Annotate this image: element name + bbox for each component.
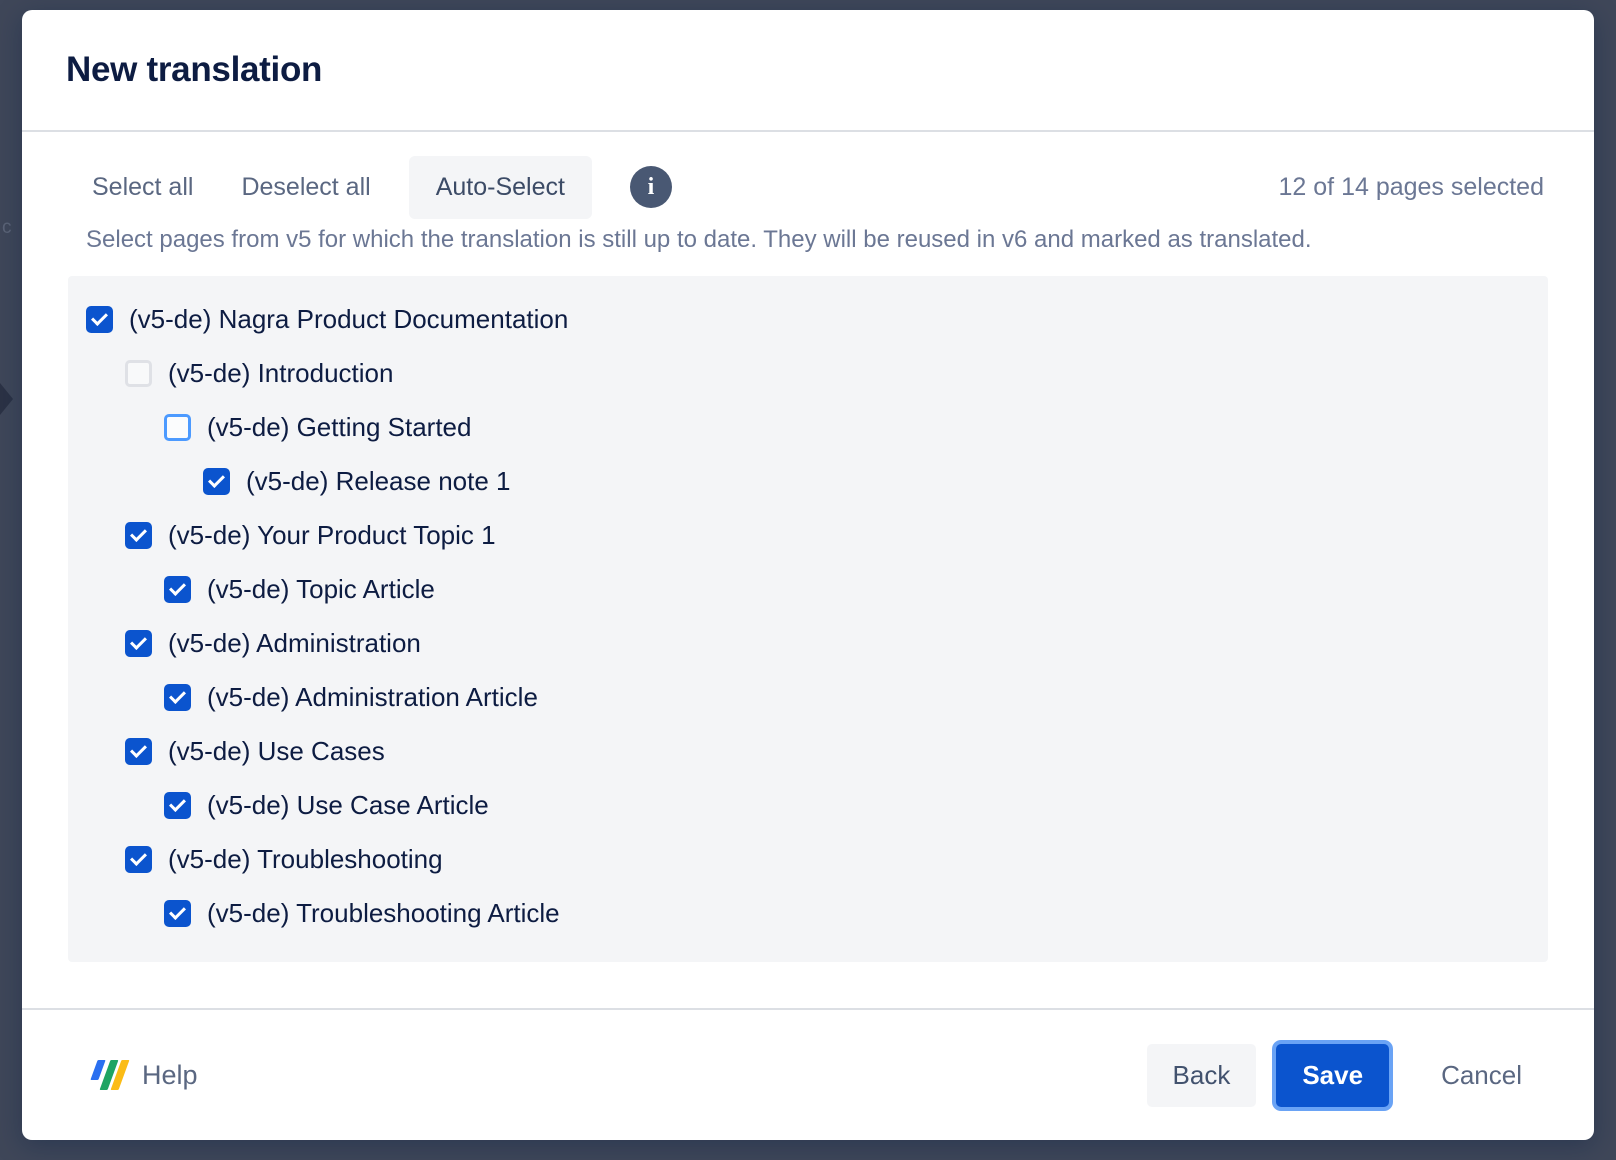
tree-row[interactable]: (v5-de) Troubleshooting — [68, 832, 1548, 886]
tree-item-label: (v5-de) Your Product Topic 1 — [168, 520, 496, 551]
select-all-link[interactable]: Select all — [68, 173, 217, 202]
save-button[interactable]: Save — [1276, 1044, 1389, 1107]
page-checkbox[interactable] — [125, 630, 152, 657]
tree-item-label: (v5-de) Troubleshooting Article — [207, 898, 560, 929]
tree-item-label: (v5-de) Topic Article — [207, 574, 435, 605]
help-logo-icon — [94, 1060, 126, 1090]
page-tree: (v5-de) Nagra Product Documentation (v5-d… — [68, 276, 1548, 962]
new-translation-dialog: New translation Select all Deselect all … — [22, 10, 1594, 1140]
deselect-all-link[interactable]: Deselect all — [217, 173, 394, 202]
page-checkbox[interactable] — [164, 792, 191, 819]
cancel-button[interactable]: Cancel — [1415, 1044, 1548, 1107]
page-checkbox[interactable] — [203, 468, 230, 495]
help-label: Help — [142, 1060, 198, 1091]
page-checkbox[interactable] — [125, 522, 152, 549]
selected-count-status: 12 of 14 pages selected — [1279, 173, 1548, 202]
tree-row[interactable]: (v5-de) Use Cases — [68, 724, 1548, 778]
page-checkbox[interactable] — [125, 360, 152, 387]
page-checkbox[interactable] — [125, 846, 152, 873]
tree-item-label: (v5-de) Use Case Article — [207, 790, 489, 821]
page-checkbox[interactable] — [164, 684, 191, 711]
back-button[interactable]: Back — [1147, 1044, 1257, 1107]
tree-row[interactable]: (v5-de) Troubleshooting Article — [68, 886, 1548, 940]
tree-row[interactable]: (v5-de) Release note 1 — [68, 454, 1548, 508]
tree-row[interactable]: (v5-de) Introduction — [68, 346, 1548, 400]
footer-actions: Back Save Cancel — [1147, 1044, 1548, 1107]
help-link[interactable]: Help — [68, 1060, 198, 1091]
dialog-body: Select all Deselect all Auto-Select i 12… — [22, 132, 1594, 1008]
tree-item-label: (v5-de) Administration — [168, 628, 421, 659]
tree-row[interactable]: (v5-de) Nagra Product Documentation — [68, 292, 1548, 346]
tree-row[interactable]: (v5-de) Your Product Topic 1 — [68, 508, 1548, 562]
page-checkbox[interactable] — [125, 738, 152, 765]
dialog-header: New translation — [22, 10, 1594, 132]
background-pointer-ghost — [0, 383, 13, 415]
tree-row[interactable]: (v5-de) Administration — [68, 616, 1548, 670]
auto-select-button[interactable]: Auto-Select — [409, 156, 592, 219]
page-checkbox[interactable] — [164, 576, 191, 603]
info-icon[interactable]: i — [630, 166, 672, 208]
tree-item-label: (v5-de) Administration Article — [207, 682, 538, 713]
tree-item-label: (v5-de) Nagra Product Documentation — [129, 304, 568, 335]
page-checkbox[interactable] — [164, 900, 191, 927]
tree-row[interactable]: (v5-de) Getting Started — [68, 400, 1548, 454]
tree-item-label: (v5-de) Introduction — [168, 358, 393, 389]
page-title: New translation — [46, 50, 322, 90]
tree-item-label: (v5-de) Use Cases — [168, 736, 385, 767]
dialog-footer: Help Back Save Cancel — [22, 1008, 1594, 1140]
modal-backdrop: c — [0, 0, 24, 1160]
page-checkbox[interactable] — [164, 414, 191, 441]
tree-row[interactable]: (v5-de) Administration Article — [68, 670, 1548, 724]
tree-row[interactable]: (v5-de) Use Case Article — [68, 778, 1548, 832]
tree-item-label: (v5-de) Getting Started — [207, 412, 471, 443]
tree-item-label: (v5-de) Release note 1 — [246, 466, 510, 497]
tree-item-label: (v5-de) Troubleshooting — [168, 844, 443, 875]
tree-row[interactable]: (v5-de) Topic Article — [68, 562, 1548, 616]
background-content-ghost: c — [2, 218, 16, 238]
helper-text: Select pages from v5 for which the trans… — [68, 226, 1548, 254]
page-checkbox[interactable] — [86, 306, 113, 333]
